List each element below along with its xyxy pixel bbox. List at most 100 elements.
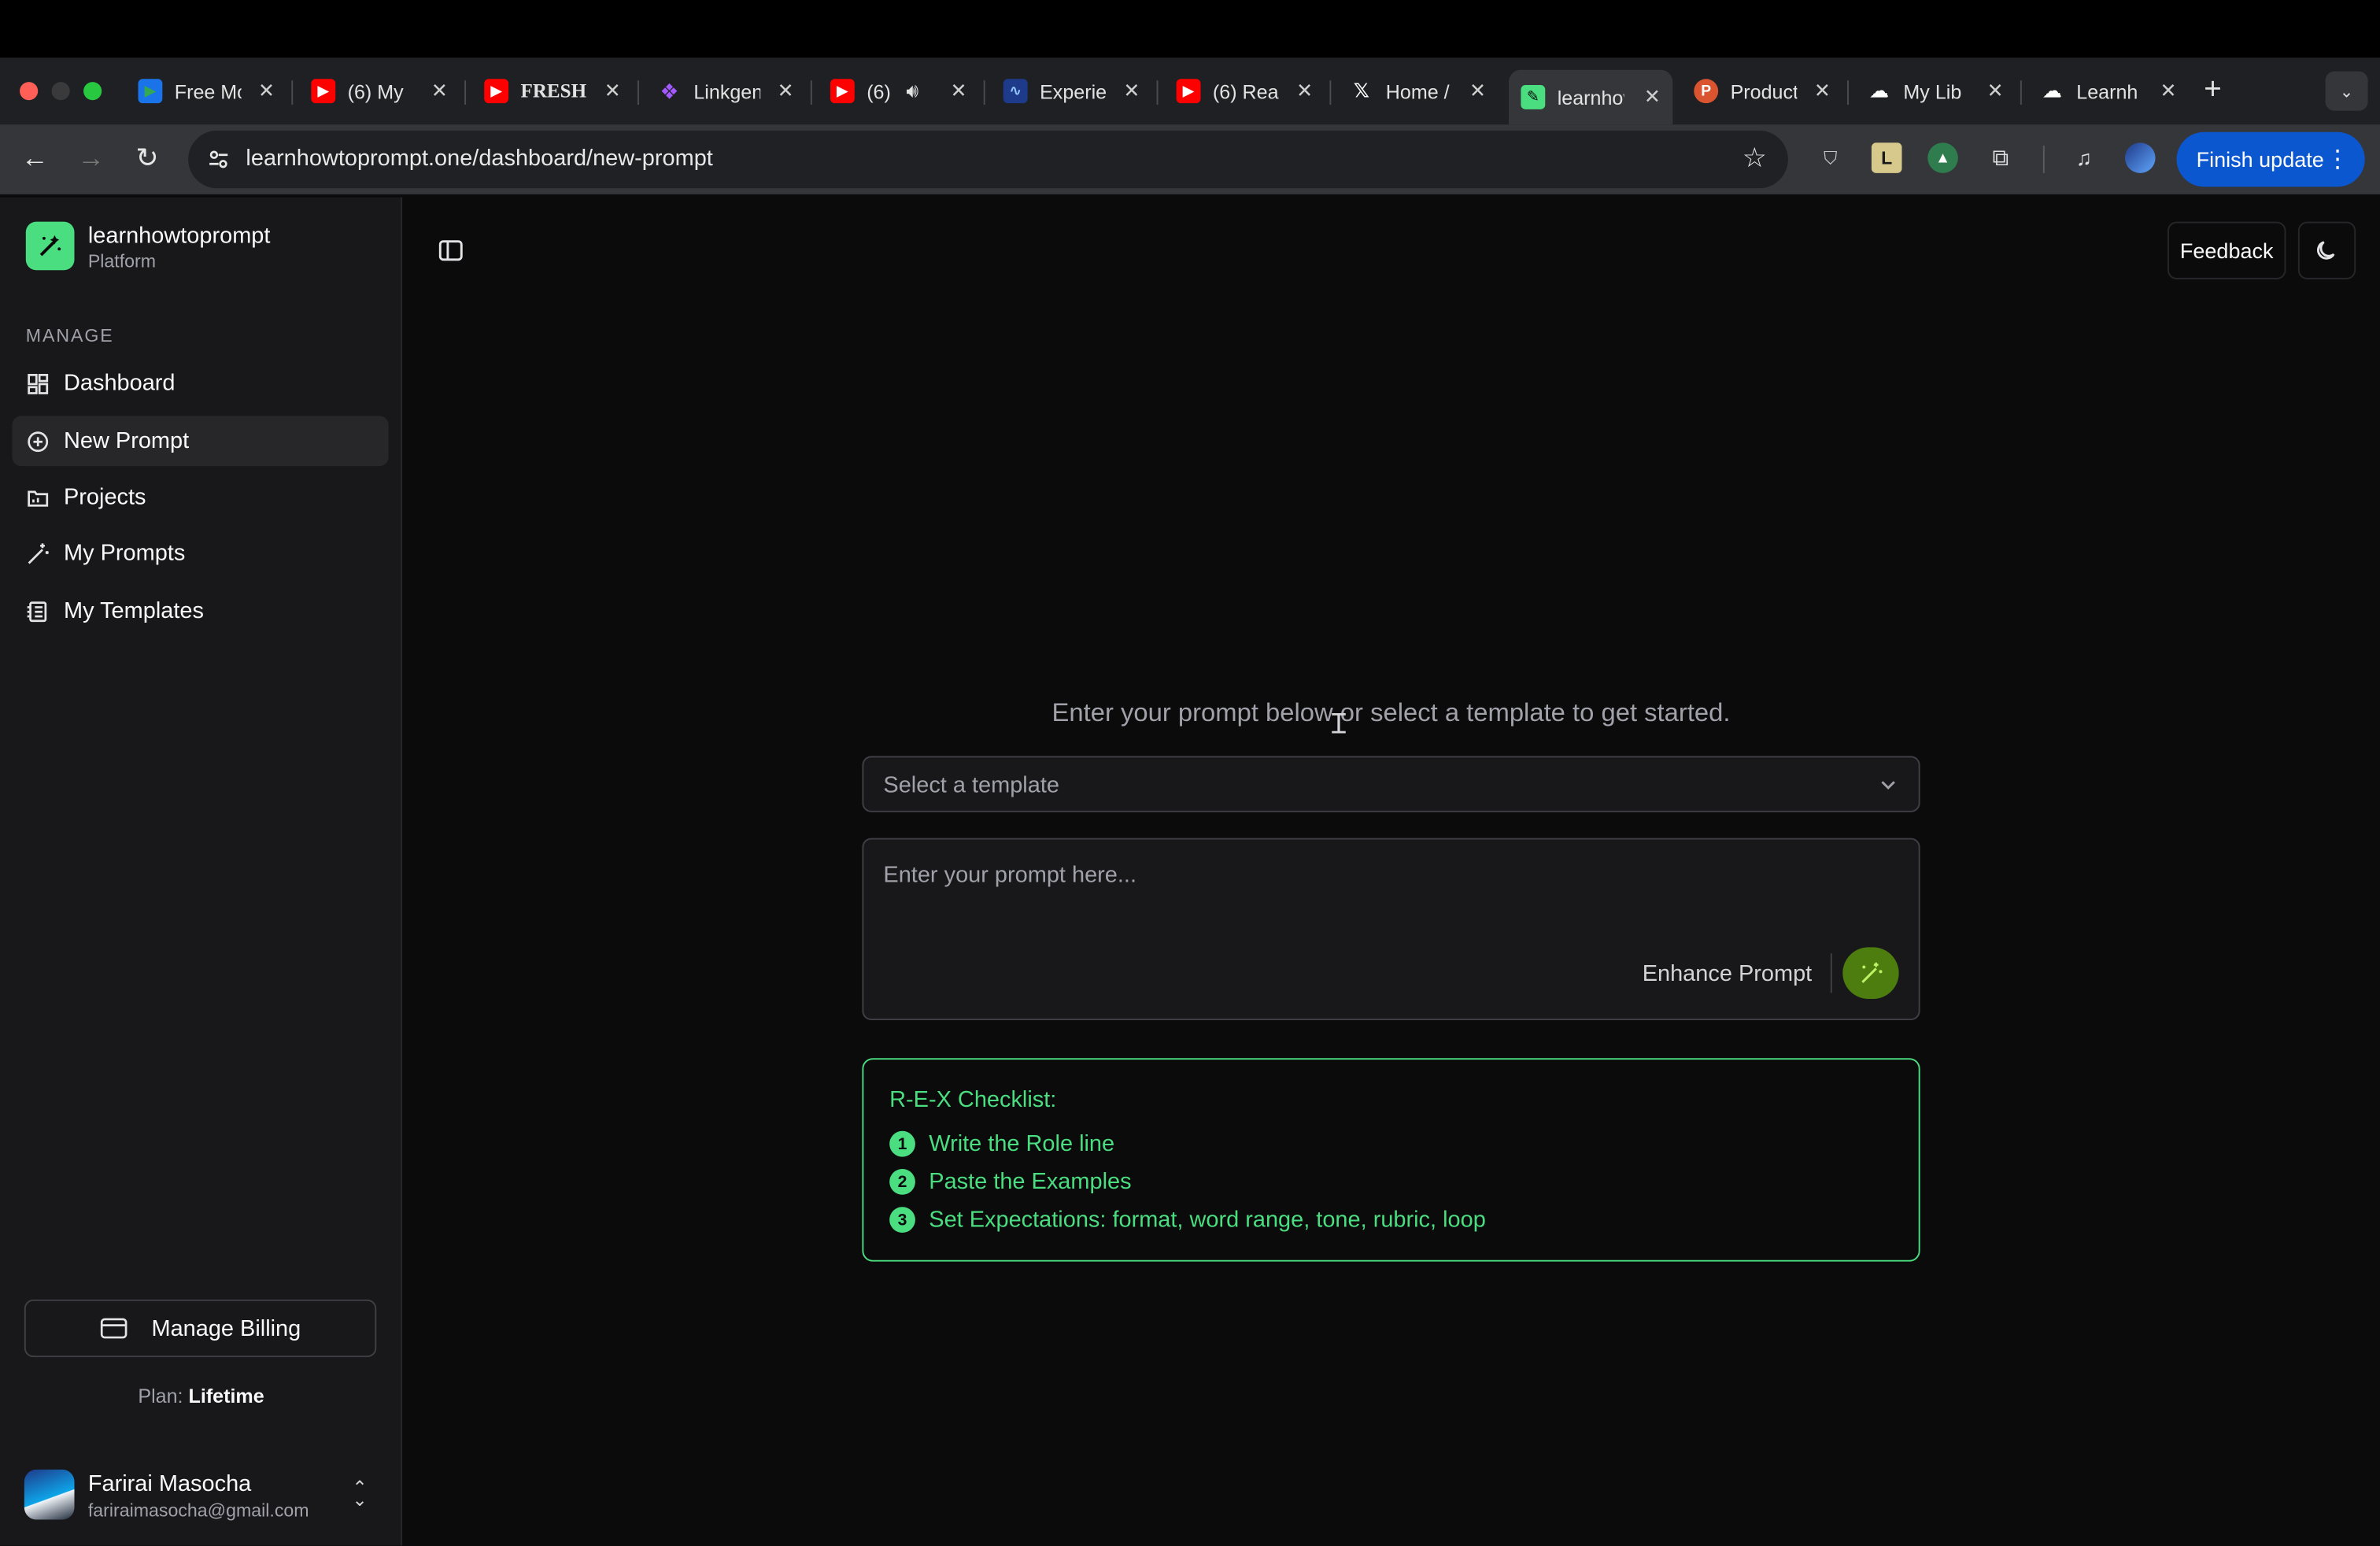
checklist-item-text: Set Expectations: format, word range, to…: [929, 1207, 1486, 1233]
tab-divider: [638, 80, 639, 105]
close-tab-icon[interactable]: ✕: [1644, 85, 1661, 109]
browser-tab[interactable]: 𝕏 Home /✕: [1337, 68, 1498, 114]
tab-search-button[interactable]: ⌄: [2326, 72, 2368, 111]
profile-avatar-icon[interactable]: [2125, 142, 2156, 173]
browser-tab[interactable]: ▶ (6) My✕: [299, 68, 460, 114]
url-text[interactable]: learnhowtoprompt.one/dashboard/new-promp…: [246, 146, 712, 172]
close-window-button[interactable]: [20, 82, 38, 100]
moon-icon: [2315, 239, 2339, 263]
more-vert-icon: ⋮: [2326, 144, 2350, 175]
app-icon: ✎: [1521, 85, 1545, 109]
figma-icon: ❖: [657, 79, 682, 103]
sidebar-item-my-templates[interactable]: My Templates: [12, 586, 388, 636]
shield-extension-icon[interactable]: ⛉: [1816, 142, 1846, 173]
manage-billing-button[interactable]: Manage Billing: [24, 1300, 376, 1357]
browser-tab[interactable]: ▶ (6) 🔊︎ ✕: [818, 68, 978, 114]
close-tab-icon[interactable]: ✕: [950, 79, 966, 103]
browser-tab[interactable]: ▶ Free Mock✕: [126, 68, 286, 114]
checklist-title: R-E-X Checklist:: [889, 1087, 1056, 1113]
step-number: 2: [889, 1169, 915, 1195]
main-content: Feedback Enter your prompt below or sele…: [404, 198, 2380, 1546]
brand-logo-icon[interactable]: [26, 222, 75, 271]
template-select-value: Select a template: [883, 773, 1059, 799]
prompt-input[interactable]: Enter your prompt here...: [862, 838, 1920, 1020]
close-tab-icon[interactable]: ✕: [258, 79, 275, 103]
speaker-icon[interactable]: 🔊︎: [906, 79, 918, 103]
green-extension-icon[interactable]: ▲: [1927, 142, 1958, 173]
minimize-window-button[interactable]: [52, 82, 70, 100]
new-tab-button[interactable]: +: [2204, 73, 2222, 108]
producthunt-icon: P: [1694, 79, 1718, 103]
theme-toggle-button[interactable]: [2298, 222, 2356, 279]
browser-tab[interactable]: ▶ (6) Rea✕: [1164, 68, 1325, 114]
browser-tab[interactable]: ❖ Linkgen✕: [645, 68, 806, 114]
cloud-icon: ☁: [2040, 79, 2064, 103]
close-tab-icon[interactable]: ✕: [1814, 79, 1831, 103]
close-tab-icon[interactable]: ✕: [1987, 79, 2004, 103]
sidebar-item-new-prompt[interactable]: New Prompt: [12, 416, 388, 466]
close-tab-icon[interactable]: ✕: [431, 79, 448, 103]
bookmark-star-icon[interactable]: ☆: [1743, 142, 1767, 174]
rex-checklist: R-E-X Checklist: 1 Write the Role line 2…: [862, 1058, 1920, 1261]
template-select[interactable]: Select a template: [862, 756, 1920, 812]
checklist-item: 1 Write the Role line: [889, 1131, 1114, 1157]
user-name[interactable]: Farirai Masocha: [88, 1471, 251, 1497]
back-button[interactable]: ←: [18, 142, 51, 174]
chevrons-up-down-icon[interactable]: ⌃⌄: [352, 1481, 367, 1506]
browser-tab[interactable]: ∿ Experience✕: [991, 68, 1151, 114]
step-number: 1: [889, 1131, 915, 1157]
feedback-button[interactable]: Feedback: [2168, 222, 2286, 279]
close-tab-icon[interactable]: ✕: [1296, 79, 1313, 103]
wand-icon: [1859, 961, 1883, 986]
sidebar-item-projects[interactable]: Projects: [12, 472, 388, 523]
tab-strip: ▶ Free Mock✕ ▶ (6) My✕ ▶ FRESH✕ ❖ Linkge…: [0, 57, 2380, 124]
sidebar: learnhowtoprompt Platform MANAGE Dashboa…: [0, 198, 402, 1546]
brand-name[interactable]: learnhowtoprompt: [88, 223, 271, 249]
sidebar-section-label: MANAGE: [26, 325, 114, 346]
sidebar-item-my-prompts[interactable]: My Prompts: [12, 528, 388, 579]
tab-divider: [464, 80, 466, 105]
credit-card-icon: [100, 1318, 128, 1339]
site-settings-icon[interactable]: [206, 147, 231, 172]
sidebar-item-label: My Templates: [64, 598, 204, 624]
tab-divider: [811, 80, 812, 105]
sidebar-toggle-icon[interactable]: [437, 237, 464, 264]
close-tab-icon[interactable]: ✕: [778, 79, 794, 103]
media-control-icon[interactable]: ♫: [2069, 142, 2100, 173]
folder-icon: [26, 485, 50, 509]
forward-button[interactable]: →: [74, 142, 107, 174]
cloud-icon: ☁: [1867, 79, 1891, 103]
x-icon: 𝕏: [1349, 79, 1373, 103]
enhance-divider: [1831, 953, 1832, 993]
browser-tab[interactable]: ▶ FRESH✕: [472, 68, 633, 114]
browser-tab[interactable]: ☁ My Lib✕: [1855, 68, 2016, 114]
reload-button[interactable]: ↻: [131, 142, 164, 174]
sidebar-item-dashboard[interactable]: Dashboard: [12, 358, 388, 409]
chart-icon: ∿: [1003, 79, 1028, 103]
close-tab-icon[interactable]: ✕: [1123, 79, 1140, 103]
browser-toolbar: ← → ↻ learnhowtoprompt.one/dashboard/new…: [0, 124, 2380, 194]
close-tab-icon[interactable]: ✕: [1469, 79, 1486, 103]
sidebar-item-label: My Prompts: [64, 541, 185, 567]
tab-divider: [1847, 80, 1849, 105]
brand-subtitle: Platform: [88, 250, 156, 272]
finish-update-button[interactable]: Finish update ⋮: [2177, 132, 2365, 187]
youtube-icon: ▶: [830, 79, 855, 103]
tab-divider: [1157, 80, 1159, 105]
play-store-icon: ▶: [138, 79, 162, 103]
browser-tab[interactable]: ☁ Learnh✕: [2028, 68, 2189, 114]
extension-l-icon[interactable]: L: [1872, 142, 1902, 173]
enhance-prompt-label[interactable]: Enhance Prompt: [1643, 961, 1812, 987]
browser-tab-active[interactable]: ✎ learnhowtoprompt✕: [1509, 70, 1672, 124]
extensions-puzzle-icon[interactable]: ⧉: [1986, 142, 2016, 173]
prompt-placeholder: Enter your prompt here...: [883, 862, 1136, 888]
user-avatar[interactable]: [24, 1470, 75, 1520]
toolbar-divider: [2043, 146, 2045, 173]
checklist-item: 3 Set Expectations: format, word range, …: [889, 1207, 1486, 1233]
enhance-prompt-button[interactable]: [1842, 947, 1898, 999]
close-tab-icon[interactable]: ✕: [604, 79, 621, 103]
address-bar[interactable]: learnhowtoprompt.one/dashboard/new-promp…: [188, 131, 1788, 188]
close-tab-icon[interactable]: ✕: [2160, 79, 2177, 103]
zoom-window-button[interactable]: [83, 82, 102, 100]
browser-tab[interactable]: P Product✕: [1682, 68, 1842, 114]
